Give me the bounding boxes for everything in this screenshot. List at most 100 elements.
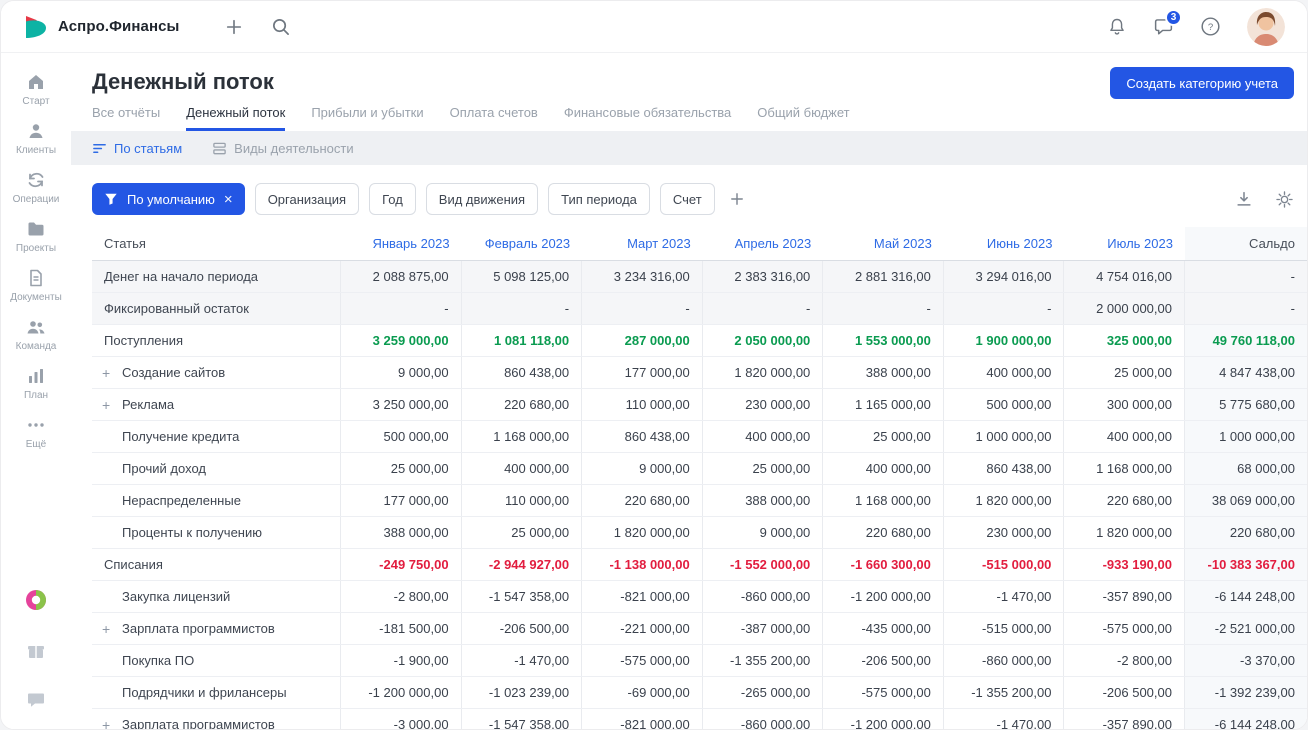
value-cell: -2 800,00	[341, 581, 462, 612]
value-cell: 1 900 000,00	[944, 325, 1065, 356]
table-row[interactable]: Нераспределенные 177 000,00 110 000,00 220 …	[92, 485, 1307, 517]
value-cell: 388 000,00	[341, 517, 462, 548]
value-cell: -515 000,00	[944, 549, 1065, 580]
add-filter-icon[interactable]	[729, 191, 745, 207]
table-row[interactable]: Прочий доход 25 000,00 400 000,00 9 000,00 2…	[92, 453, 1307, 485]
value-cell: 325 000,00	[1064, 325, 1185, 356]
value-cell: 1 168 000,00	[1064, 453, 1185, 484]
table-row[interactable]: + Реклама 3 250 000,00 220 680,00 110 000,00…	[92, 389, 1307, 421]
table-row[interactable]: Денег на начало периода 2 088 875,00 5 098…	[92, 261, 1307, 293]
gift-icon[interactable]	[26, 641, 46, 666]
sidebar-item-team[interactable]: Команда	[1, 310, 71, 359]
value-cell: 220 680,00	[1184, 517, 1307, 548]
sidebar-item-documents[interactable]: Документы	[1, 261, 71, 310]
value-cell: 2 088 875,00	[341, 261, 462, 292]
table-row[interactable]: + Зарплата программистов -3 000,00 -1 547 3…	[92, 709, 1307, 729]
sort-lines-icon	[93, 143, 106, 153]
value-cell: -387 000,00	[703, 613, 824, 644]
sidebar-item-projects[interactable]: Проекты	[1, 212, 71, 261]
active-filter-chip[interactable]: По умолчанию ×	[92, 183, 245, 215]
table-row[interactable]: + Зарплата программистов -181 500,00 -206 5…	[92, 613, 1307, 645]
download-icon[interactable]	[1235, 190, 1253, 208]
tab-profit-loss[interactable]: Прибыли и убытки	[311, 105, 423, 131]
value-cell: -1 200 000,00	[341, 677, 462, 708]
row-label: Реклама	[122, 397, 175, 412]
remove-filter-icon[interactable]: ×	[224, 192, 233, 207]
table-row[interactable]: Проценты к получению 388 000,00 25 000,00 1…	[92, 517, 1307, 549]
support-chat-icon[interactable]	[26, 690, 46, 715]
row-name-cell: Проценты к получению	[92, 517, 341, 548]
document-icon	[30, 269, 42, 287]
table-row[interactable]: Получение кредита 500 000,00 1 168 000,00 8…	[92, 421, 1307, 453]
expand-icon[interactable]: +	[102, 621, 110, 637]
gear-icon[interactable]	[1275, 190, 1294, 209]
create-plus-icon[interactable]	[225, 18, 243, 36]
tab-financial-obligations[interactable]: Финансовые обязательства	[564, 105, 731, 131]
row-name-cell: Подрядчики и фрилансеры	[92, 677, 341, 708]
value-cell: -69 000,00	[582, 677, 703, 708]
value-cell: -1 547 358,00	[462, 581, 583, 612]
filter-year-button[interactable]: Год	[369, 183, 416, 215]
expand-icon[interactable]: +	[102, 397, 110, 413]
aspro-cloud-logo-icon[interactable]	[24, 588, 48, 617]
subtab-by-articles[interactable]: По статьям	[92, 141, 182, 156]
row-name-cell: Денег на начало периода	[92, 261, 341, 292]
table-row[interactable]: Фиксированный остаток - - - - - -2 000 000,00-	[92, 293, 1307, 325]
filter-organization-button[interactable]: Организация	[254, 183, 360, 215]
value-cell: 9 000,00	[703, 517, 824, 548]
table-row[interactable]: + Создание сайтов 9 000,00 860 438,00 177 00…	[92, 357, 1307, 389]
column-header-saldo: Сальдо	[1184, 227, 1307, 260]
row-name-cell: + Реклама	[92, 389, 341, 420]
funnel-icon	[105, 193, 117, 205]
value-cell: 500 000,00	[341, 421, 462, 452]
bell-icon[interactable]	[1107, 17, 1127, 37]
sidebar-item-clients[interactable]: Клиенты	[1, 114, 71, 163]
sidebar-item-operations[interactable]: Операции	[1, 163, 71, 212]
sidebar-item-label: Документы	[10, 292, 62, 303]
value-cell: 25 000,00	[1064, 357, 1185, 388]
avatar[interactable]	[1247, 7, 1285, 46]
value-cell: -821 000,00	[582, 709, 703, 729]
row-name-cell: Поступления	[92, 325, 341, 356]
table-row[interactable]: Закупка лицензий -2 800,00 -1 547 358,00 -8…	[92, 581, 1307, 613]
create-category-button[interactable]: Создать категорию учета	[1110, 67, 1294, 99]
chart-bars-icon	[29, 369, 43, 383]
filter-period-type-button[interactable]: Тип периода	[548, 183, 650, 215]
value-cell: 5 775 680,00	[1184, 389, 1307, 420]
table-row[interactable]: Списания -249 750,00 -2 944 927,00 -1 138 0…	[92, 549, 1307, 581]
value-cell: -6 144 248,00	[1184, 581, 1307, 612]
value-cell: -206 500,00	[462, 613, 583, 644]
filter-account-button[interactable]: Счет	[659, 183, 715, 215]
value-cell: 1 165 000,00	[823, 389, 944, 420]
tab-invoice-payment[interactable]: Оплата счетов	[450, 105, 538, 131]
value-cell: 3 294 016,00	[944, 261, 1065, 292]
value-cell: 9 000,00	[582, 453, 703, 484]
value-cell: -2 521 000,00	[1184, 613, 1307, 644]
chat-icon[interactable]: 3	[1153, 9, 1182, 37]
table-row[interactable]: Поступления 3 259 000,00 1 081 118,00 287 0…	[92, 325, 1307, 357]
expand-icon[interactable]: +	[102, 365, 110, 381]
tab-general-budget[interactable]: Общий бюджет	[757, 105, 849, 131]
value-cell: -181 500,00	[341, 613, 462, 644]
value-cell: 9 000,00	[341, 357, 462, 388]
search-icon[interactable]	[271, 17, 290, 36]
tab-cash-flow[interactable]: Денежный поток	[186, 105, 286, 131]
help-icon[interactable]: ?	[1200, 16, 1221, 37]
value-cell: 1 000 000,00	[944, 421, 1065, 452]
aspro-logo-icon[interactable]	[23, 14, 49, 40]
sidebar-item-plan[interactable]: План	[1, 359, 71, 408]
filter-chip-label: По умолчанию	[127, 191, 215, 207]
tab-all-reports[interactable]: Все отчёты	[92, 105, 160, 131]
value-cell: -	[1290, 269, 1295, 284]
expand-icon[interactable]: +	[102, 717, 110, 730]
filter-movement-type-button[interactable]: Вид движения	[425, 183, 539, 215]
subtab-activity-types[interactable]: Виды деятельности	[212, 141, 354, 156]
value-cell: -575 000,00	[582, 645, 703, 676]
value-cell: -	[944, 293, 1065, 324]
sidebar-item-more[interactable]: Ещё	[1, 408, 71, 457]
value-cell: -1 200 000,00	[823, 709, 944, 729]
value-cell: -1 023 239,00	[462, 677, 583, 708]
table-row[interactable]: Подрядчики и фрилансеры -1 200 000,00 -1 0…	[92, 677, 1307, 709]
sidebar-item-start[interactable]: Старт	[1, 65, 71, 114]
table-row[interactable]: Покупка ПО -1 900,00 -1 470,00 -575 000,00-…	[92, 645, 1307, 677]
